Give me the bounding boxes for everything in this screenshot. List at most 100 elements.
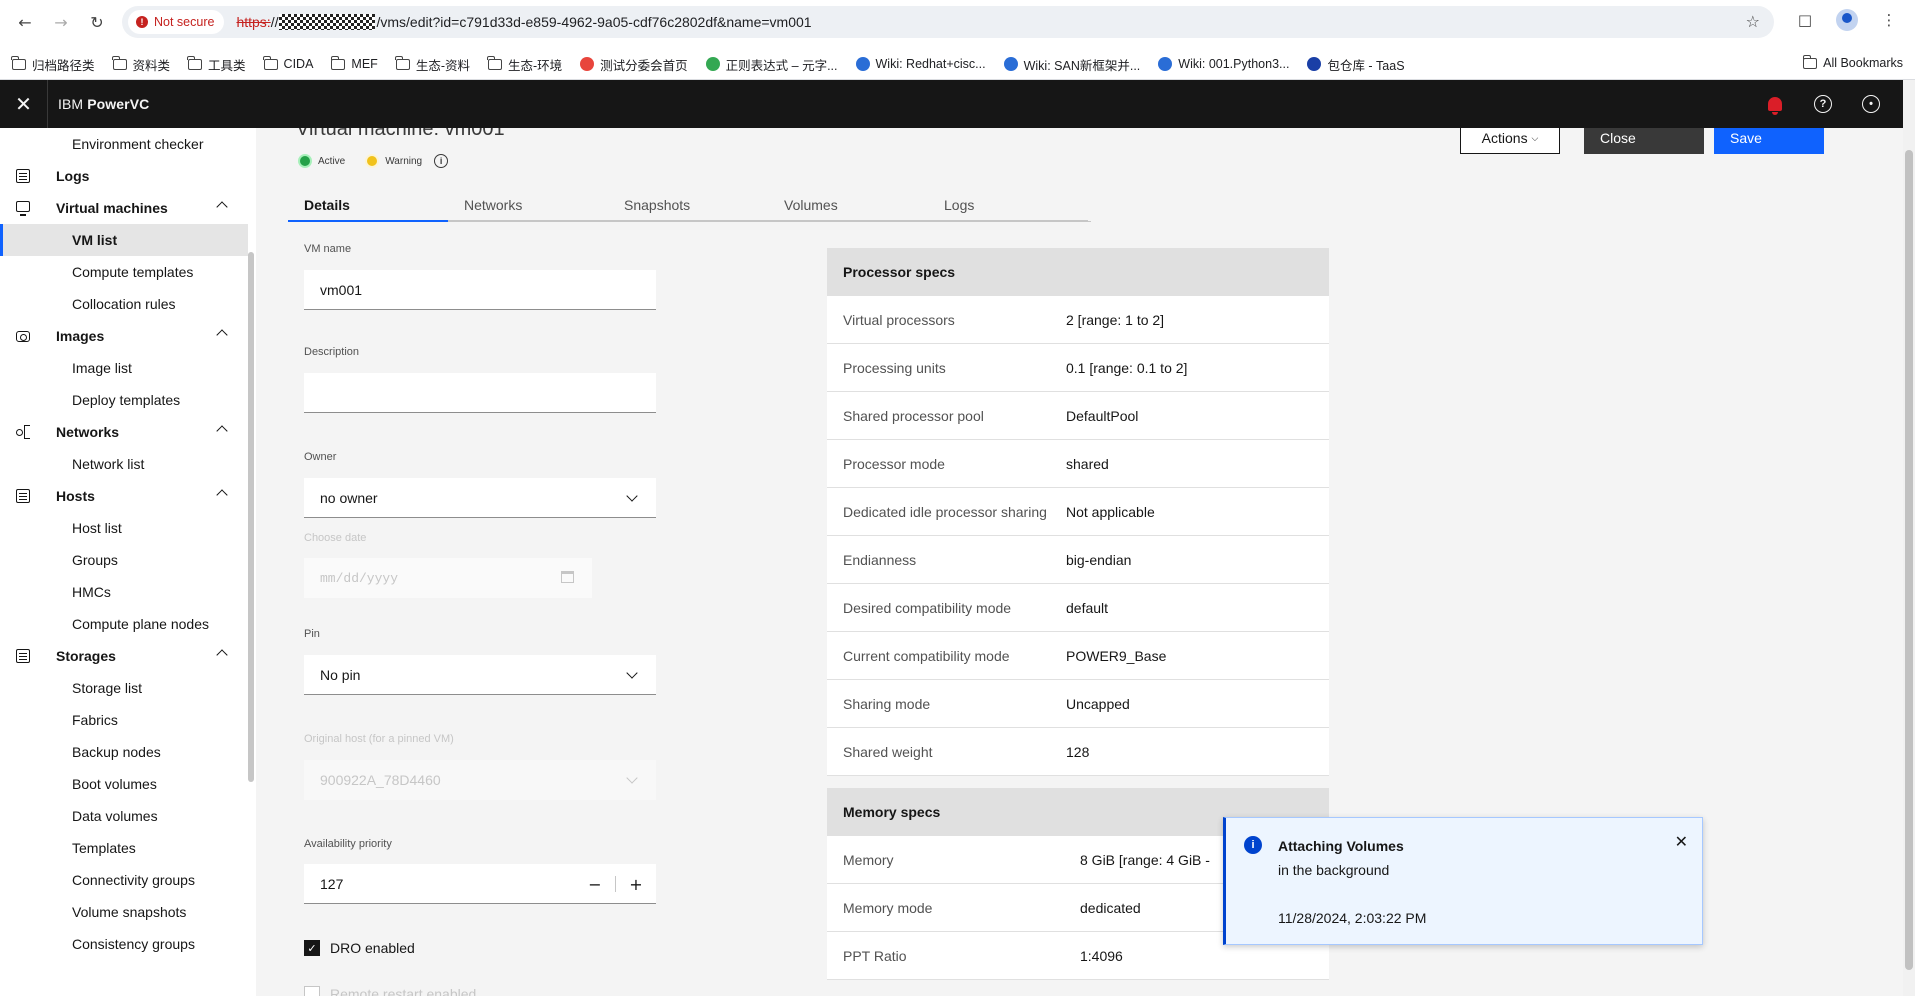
page-scrollbar[interactable] [1903,80,1915,996]
sidebar-item-backup-nodes[interactable]: Backup nodes [0,736,248,768]
spec-key: Memory [843,851,894,868]
availability-priority-stepper[interactable]: 127 − + [304,864,656,904]
sidebar-item-deploy-templates[interactable]: Deploy templates [0,384,248,416]
sidebar-item-image-list[interactable]: Image list [0,352,248,384]
sidebar-item-images[interactable]: Images [0,320,248,352]
back-icon[interactable]: ← [10,10,40,34]
bookmark-item[interactable]: 正则表达式 – 元字... [705,55,838,74]
chevron-up-icon [216,489,228,501]
pin-select[interactable]: No pin [304,655,656,695]
table-row: Desired compatibility mode default [827,584,1329,632]
sidebar-item-fabrics[interactable]: Fabrics [0,704,248,736]
sidebar-item-templates[interactable]: Templates [0,832,248,864]
spec-key: Sharing mode [843,695,931,712]
page-scrollbar-thumb[interactable] [1905,150,1913,970]
close-icon[interactable]: ✕ [1675,832,1688,851]
remote-restart-checkbox[interactable]: Remote restart enabled [304,986,476,996]
bookmark-item[interactable]: 生态-环境 [487,55,562,74]
bookmark-item[interactable]: Wiki: Redhat+cisc... [855,57,986,71]
dro-enabled-label: DRO enabled [330,940,415,956]
sidebar-item-logs[interactable]: Logs [0,160,248,192]
sidebar-item-networks[interactable]: Networks [0,416,248,448]
sidebar-item-hmcs[interactable]: HMCs [0,576,248,608]
notification-toast: i Attaching Volumes in the background 11… [1223,817,1703,945]
increment-button[interactable]: + [616,864,656,904]
url-text[interactable]: https: // /vms/edit?id=c791d33d-e859-496… [236,14,812,30]
actions-button[interactable]: Actions ⌵ [1460,128,1560,154]
forward-icon[interactable]: → [46,10,76,34]
sidebar-item-label: Consistency groups [72,936,195,952]
bookmark-item[interactable]: 资料类 [111,55,170,74]
help-button[interactable]: ? [1799,80,1847,128]
sidebar-item-groups[interactable]: Groups [0,544,248,576]
bookmark-item[interactable]: Wiki: 001.Python3... [1158,57,1289,71]
checkbox-box[interactable] [304,986,320,996]
sidebar-item-storage-list[interactable]: Storage list [0,672,248,704]
tab-networks[interactable]: Networks [448,190,608,222]
spec-value: Not applicable [1066,503,1155,520]
bookmark-item[interactable]: 测试分委会首页 [580,55,688,74]
all-bookmarks-button[interactable]: All Bookmarks [1802,54,1903,70]
tab-details[interactable]: Details [288,190,448,222]
extensions-icon[interactable]: □ [1793,8,1817,32]
dro-enabled-checkbox[interactable]: ✓ DRO enabled [304,940,415,956]
profile-avatar[interactable] [1835,8,1859,32]
sidebar-item-data-volumes[interactable]: Data volumes [0,800,248,832]
bookmark-item[interactable]: 工具类 [187,55,246,74]
sidebar-item-collocation-rules[interactable]: Collocation rules [0,288,248,320]
sidebar-item-volume-snapshots[interactable]: Volume snapshots [0,896,248,928]
owner-select[interactable]: no owner [304,478,656,518]
sidebar-item-storages[interactable]: Storages [0,640,248,672]
security-chip[interactable]: ! Not secure [128,10,225,34]
sidebar-item-host-list[interactable]: Host list [0,512,248,544]
sidebar-item-compute-plane-nodes[interactable]: Compute plane nodes [0,608,248,640]
calendar-icon[interactable] [561,571,574,583]
address-bar[interactable]: ! Not secure https: // /vms/edit?id=c791… [122,6,1774,38]
sidebar-item-boot-volumes[interactable]: Boot volumes [0,768,248,800]
bookmark-item[interactable]: 包仓库 - TaaS [1307,55,1405,74]
description-input[interactable] [304,373,656,413]
reload-icon[interactable]: ↻ [82,10,112,34]
bookmark-item[interactable]: 归档路径类 [11,55,95,74]
bookmark-star-icon[interactable]: ☆ [1746,12,1760,31]
chevron-down-icon [626,490,638,502]
bookmark-item[interactable]: MEF [330,55,378,71]
sidebar-item-network-list[interactable]: Network list [0,448,248,480]
bookmark-item[interactable]: CIDA [262,55,313,71]
camera-icon [16,331,30,342]
notifications-button[interactable] [1751,80,1799,128]
checkmark-icon[interactable]: ✓ [304,940,320,956]
close-button[interactable]: Close [1584,128,1704,154]
sidebar-item-label: Image list [72,360,132,376]
tab-logs[interactable]: Logs [928,190,1088,222]
bookmark-label: 工具类 [208,58,246,73]
tab-volumes[interactable]: Volumes [768,190,928,222]
info-icon[interactable]: i [434,154,449,168]
sidebar-scrollbar[interactable] [248,252,254,782]
sidebar-item-vm-list[interactable]: VM list [0,224,248,256]
sidebar-item-label: Logs [56,168,90,184]
bookmark-item[interactable]: Wiki: SAN新框架并... [1003,55,1140,74]
vm-name-input[interactable]: vm001 [304,270,656,310]
save-button[interactable]: Save [1714,128,1824,154]
processor-specs-rows: Virtual processors 2 [range: 1 to 2] Proce… [827,296,1329,776]
availability-priority-value: 127 [320,875,344,892]
toast-subtitle: in the background [1278,862,1390,878]
close-menu-icon[interactable]: ✕ [0,80,48,128]
sidebar-item-label: Boot volumes [72,776,157,792]
site-favicon-icon [580,57,595,71]
decrement-button[interactable]: − [575,864,615,904]
sidebar-item-hosts[interactable]: Hosts [0,480,248,512]
sidebar-item-environment-checker[interactable]: Environment checker [0,128,248,160]
sidebar-item-consistency-groups[interactable]: Consistency groups [0,928,248,960]
tab-snapshots[interactable]: Snapshots [608,190,768,222]
toast-timestamp: 11/28/2024, 2:03:22 PM [1278,910,1427,926]
product-name[interactable]: IBM PowerVC [58,96,149,112]
sidebar-item-compute-templates[interactable]: Compute templates [0,256,248,288]
sidebar-item-virtual-machines[interactable]: Virtual machines [0,192,248,224]
menu-kebab-icon[interactable]: ⋮ [1877,8,1901,32]
sidebar-item-connectivity-groups[interactable]: Connectivity groups [0,864,248,896]
bookmark-item[interactable]: 生态-资料 [395,55,470,74]
date-input[interactable]: mm/dd/yyyy [304,558,592,598]
user-button[interactable]: • [1847,80,1895,128]
